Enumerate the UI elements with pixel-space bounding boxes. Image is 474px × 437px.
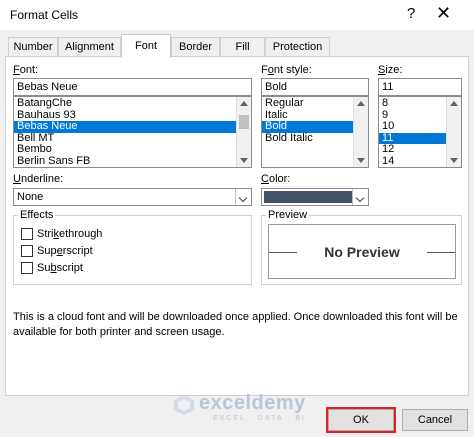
font-option[interactable]: BatangChe — [14, 97, 251, 110]
tab-alignment[interactable]: Alignment — [58, 37, 121, 57]
close-icon[interactable]: ✕ — [436, 3, 451, 24]
scroll-down-icon[interactable] — [450, 158, 458, 163]
font-option-selected[interactable]: Bebas Neue — [14, 120, 251, 133]
size-input[interactable]: 11 — [378, 78, 462, 96]
underline-value: None — [17, 191, 44, 203]
color-picker[interactable] — [261, 188, 369, 206]
subscript-label: Subscript — [37, 262, 83, 274]
font-style-list[interactable]: Regular Italic Bold Bold Italic — [261, 96, 369, 168]
underline-label-rest: nderline: — [20, 173, 64, 185]
color-swatch — [264, 191, 352, 203]
font-style-input[interactable]: Bold — [261, 78, 369, 96]
font-list-scrollbar[interactable] — [236, 97, 251, 167]
tab-font[interactable]: Font — [121, 34, 171, 58]
tab-protection[interactable]: Protection — [265, 37, 330, 57]
tab-number[interactable]: Number — [8, 37, 58, 57]
cancel-button[interactable]: Cancel — [402, 409, 468, 431]
scroll-thumb[interactable] — [239, 115, 249, 129]
scroll-down-icon[interactable] — [357, 158, 365, 163]
scroll-up-icon[interactable] — [240, 101, 248, 106]
watermark-name: exceldemy — [199, 392, 306, 414]
subscript-checkbox[interactable] — [21, 262, 33, 274]
font-option[interactable]: Berlin Sans FB — [14, 155, 251, 168]
underline-select[interactable]: None — [13, 188, 252, 206]
font-style-label-a: F — [261, 64, 268, 76]
strikethrough-label: Strikethrough — [37, 228, 103, 240]
scroll-up-icon[interactable] — [450, 101, 458, 106]
watermark-tagline: EXCEL · DATA · BI — [213, 415, 306, 422]
exceldemy-logo-icon — [173, 394, 195, 416]
help-icon[interactable]: ? — [407, 5, 415, 22]
dialog-title: Format Cells — [10, 8, 79, 22]
size-scrollbar[interactable] — [446, 97, 461, 167]
color-label-rest: olor: — [268, 173, 291, 185]
font-list[interactable]: BatangChe Bauhaus 93 Bebas Neue Bell MT … — [13, 96, 252, 168]
preview-box: No Preview — [268, 224, 456, 279]
ok-button[interactable]: OK — [328, 409, 394, 431]
superscript-label: Superscript — [37, 245, 93, 257]
preview-text: No Preview — [324, 244, 400, 260]
effects-label: Effects — [18, 209, 56, 221]
font-style-label-b: nt style: — [273, 64, 312, 76]
chevron-down-icon[interactable] — [235, 189, 251, 205]
preview-label: Preview — [266, 209, 310, 221]
scroll-down-icon[interactable] — [240, 158, 248, 163]
tab-border[interactable]: Border — [171, 37, 220, 57]
font-label-rest: ont: — [19, 64, 39, 76]
size-list[interactable]: 8 9 10 11 12 14 — [378, 96, 462, 168]
scroll-up-icon[interactable] — [357, 101, 365, 106]
tab-fill[interactable]: Fill — [220, 37, 265, 57]
font-style-scrollbar[interactable] — [353, 97, 368, 167]
font-label: Font: — [13, 64, 39, 76]
strikethrough-checkbox[interactable] — [21, 228, 33, 240]
superscript-checkbox[interactable] — [21, 245, 33, 257]
font-style-label: Font style: — [261, 64, 312, 76]
chevron-down-icon[interactable] — [352, 189, 368, 205]
font-option[interactable]: Bembo — [14, 143, 251, 156]
font-input[interactable]: Bebas Neue — [13, 78, 252, 96]
underline-label: Underline: — [13, 173, 64, 185]
size-label: Size: — [378, 64, 403, 76]
size-label-rest: ize: — [385, 64, 403, 76]
color-label: Color: — [261, 173, 291, 185]
cloud-font-note: This is a cloud font and will be downloa… — [13, 311, 458, 338]
